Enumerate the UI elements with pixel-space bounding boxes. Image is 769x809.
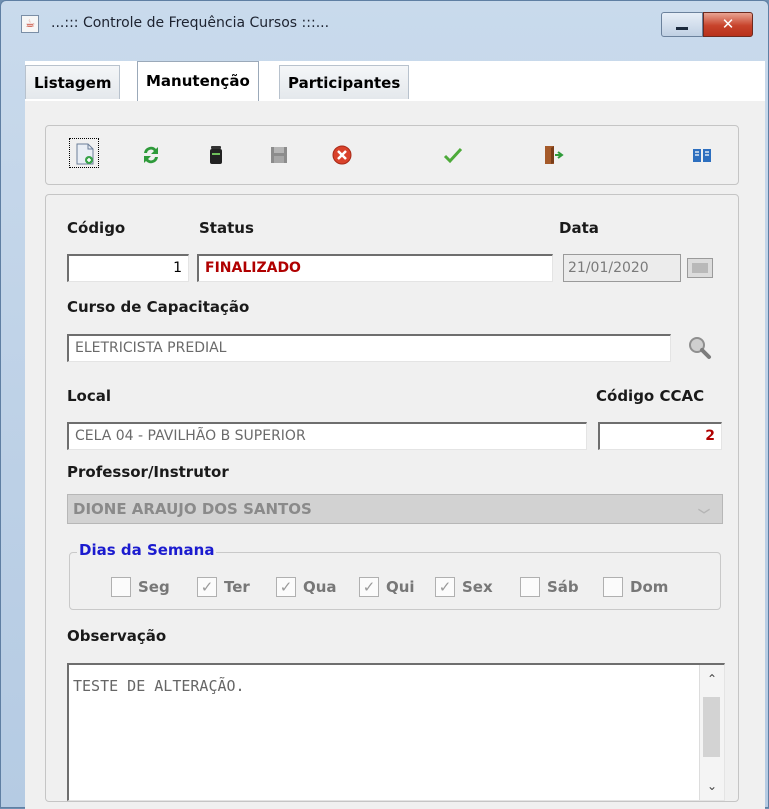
scroll-up-icon[interactable]: ⌃ — [700, 667, 724, 691]
scroll-down-icon[interactable]: ⌄ — [700, 774, 724, 798]
exit-button[interactable] — [538, 140, 566, 168]
dias-semana-title: Dias da Semana — [77, 541, 217, 559]
delete-button[interactable] — [201, 140, 229, 168]
checkbox-qui[interactable]: ✓ — [359, 577, 379, 597]
title-bar[interactable]: ☕ ...::: Controle de Frequência Cursos :… — [1, 1, 768, 49]
curso-label: Curso de Capacitação — [67, 298, 250, 316]
window-title: ...::: Controle de Frequência Cursos :::… — [51, 15, 330, 31]
codigo-ccac-label: Código CCAC — [596, 387, 705, 405]
cancel-button[interactable] — [327, 140, 355, 168]
tab-listagem[interactable]: Listagem — [25, 65, 121, 99]
professor-label: Professor/Instrutor — [67, 463, 229, 481]
checkbox-dom[interactable] — [603, 577, 623, 597]
confirm-button[interactable] — [438, 140, 466, 168]
local-field[interactable]: CELA 04 - PAVILHÃO B SUPERIOR — [67, 422, 587, 450]
codigo-label: Código — [67, 219, 126, 237]
save-button[interactable] — [264, 140, 292, 168]
java-app-icon: ☕ — [21, 15, 39, 33]
confirm-check-icon — [443, 147, 463, 164]
tab-strip: Listagem Manutenção Participantes — [25, 61, 765, 102]
new-button[interactable] — [69, 138, 99, 168]
new-document-icon — [76, 143, 94, 165]
checkbox-qua[interactable]: ✓ — [276, 577, 296, 597]
help-button[interactable] — [687, 140, 715, 168]
observacao-label: Observação — [67, 627, 167, 645]
observacao-textarea[interactable]: TESTE DE ALTERAÇÃO. ⌃ ⌄ — [67, 663, 725, 801]
local-label: Local — [67, 387, 112, 405]
calendar-button[interactable] — [687, 258, 713, 278]
search-icon[interactable] — [686, 334, 712, 360]
exit-door-icon — [545, 146, 564, 164]
curso-field[interactable]: ELETRICISTA PREDIAL — [67, 334, 671, 362]
checkbox-seg-label: Seg — [138, 578, 170, 596]
minimize-button[interactable] — [661, 12, 703, 37]
close-button[interactable]: ✕ — [703, 12, 753, 37]
window: ☕ ...::: Controle de Frequência Cursos :… — [0, 0, 769, 809]
checkbox-sab-label: Sáb — [547, 578, 579, 596]
cancel-circle-icon — [332, 145, 352, 165]
observacao-scrollbar[interactable]: ⌃ ⌄ — [699, 665, 724, 800]
refresh-button[interactable] — [136, 140, 164, 168]
professor-value: DIONE ARAUJO DOS SANTOS — [73, 500, 312, 518]
status-field[interactable]: FINALIZADO — [197, 254, 553, 282]
checkbox-sex-label: Sex — [462, 578, 493, 596]
save-disk-icon — [271, 147, 287, 163]
checkbox-dom-label: Dom — [630, 578, 669, 596]
checkbox-qui-label: Qui — [386, 578, 415, 596]
chevron-down-icon: ﹀ — [697, 508, 710, 522]
data-label: Data — [559, 219, 599, 237]
tab-participantes[interactable]: Participantes — [279, 65, 410, 99]
checkbox-seg[interactable] — [111, 577, 131, 597]
tab-content: Código Status Data 1 FINALIZADO 21/01/20… — [25, 101, 765, 809]
professor-select[interactable]: DIONE ARAUJO DOS SANTOS ﹀ — [67, 494, 723, 524]
checkbox-qua-label: Qua — [303, 578, 337, 596]
checkbox-ter[interactable]: ✓ — [197, 577, 217, 597]
toolbar — [45, 125, 739, 185]
data-field[interactable]: 21/01/2020 — [563, 254, 681, 282]
refresh-icon — [144, 146, 158, 164]
delete-trash-icon — [210, 146, 222, 164]
checkbox-ter-label: Ter — [224, 578, 250, 596]
calendar-icon — [692, 263, 708, 273]
scrollbar-thumb[interactable] — [703, 697, 720, 757]
checkbox-sex[interactable]: ✓ — [435, 577, 455, 597]
checkbox-sab[interactable] — [520, 577, 540, 597]
help-book-icon — [693, 149, 711, 162]
codigo-ccac-field[interactable]: 2 — [598, 422, 722, 450]
tab-manutencao[interactable]: Manutenção — [137, 61, 259, 102]
status-label: Status — [199, 219, 254, 237]
codigo-field[interactable]: 1 — [67, 254, 189, 282]
minimize-icon — [676, 27, 688, 30]
observacao-text: TESTE DE ALTERAÇÃO. — [73, 677, 245, 695]
